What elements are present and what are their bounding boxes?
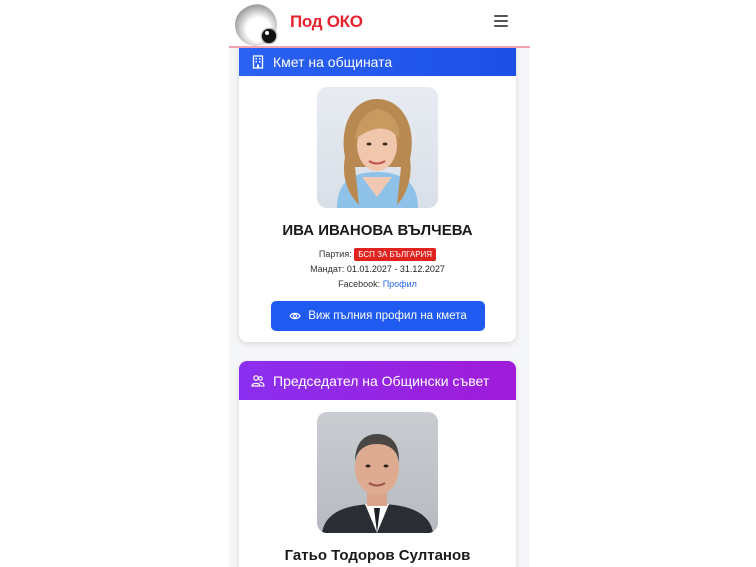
chair-card-header: Председател на Общински съвет bbox=[239, 361, 516, 400]
mandate-value: 01.01.2027 - 31.12.2027 bbox=[346, 264, 445, 274]
chair-card: Председател на Общински съвет Гатьо Тодо… bbox=[239, 361, 516, 567]
users-icon bbox=[251, 374, 265, 387]
mayor-photo bbox=[317, 87, 438, 208]
brand-title[interactable]: Под ОКО bbox=[290, 12, 363, 32]
chair-name: Гатьо Тодоров Султанов bbox=[284, 547, 471, 564]
mandate-row: Мандат: 01.01.2027 - 31.12.2027 bbox=[239, 264, 516, 274]
view-mayor-profile-label: Виж пълния профил на кмета bbox=[308, 310, 467, 322]
building-icon bbox=[252, 55, 264, 69]
mayor-card: Кмет на общината ИВА ИВАНОВА ВЪЛЧЕВА Пар… bbox=[239, 38, 516, 342]
party-badge: БСП ЗА БЪЛГАРИЯ bbox=[354, 248, 437, 261]
phone-viewport: Под ОКО Кмет на общината ИВА ИВАНОВА ВЪЛ… bbox=[229, 0, 530, 567]
top-navbar: Под ОКО bbox=[229, 0, 530, 48]
hamburger-menu-icon[interactable] bbox=[494, 15, 508, 29]
eye-logo-icon[interactable] bbox=[235, 4, 277, 46]
mayor-name: ИВА ИВАНОВА ВЪЛЧЕВА bbox=[282, 222, 473, 239]
facebook-row: Facebook: Профил bbox=[239, 279, 516, 289]
facebook-label: Facebook: bbox=[338, 279, 381, 289]
mandate-label: Мандат: bbox=[310, 264, 345, 274]
eye-icon bbox=[289, 312, 301, 320]
view-mayor-profile-button[interactable]: Виж пълния профил на кмета bbox=[271, 301, 485, 331]
party-label: Партия: bbox=[318, 249, 352, 259]
chair-card-heading: Председател на Общински съвет bbox=[273, 372, 490, 389]
facebook-profile-link[interactable]: Профил bbox=[383, 279, 417, 289]
chair-photo bbox=[317, 412, 438, 533]
party-row: Партия: БСП ЗА БЪЛГАРИЯ bbox=[239, 248, 516, 261]
mayor-card-heading: Кмет на общината bbox=[273, 54, 393, 70]
